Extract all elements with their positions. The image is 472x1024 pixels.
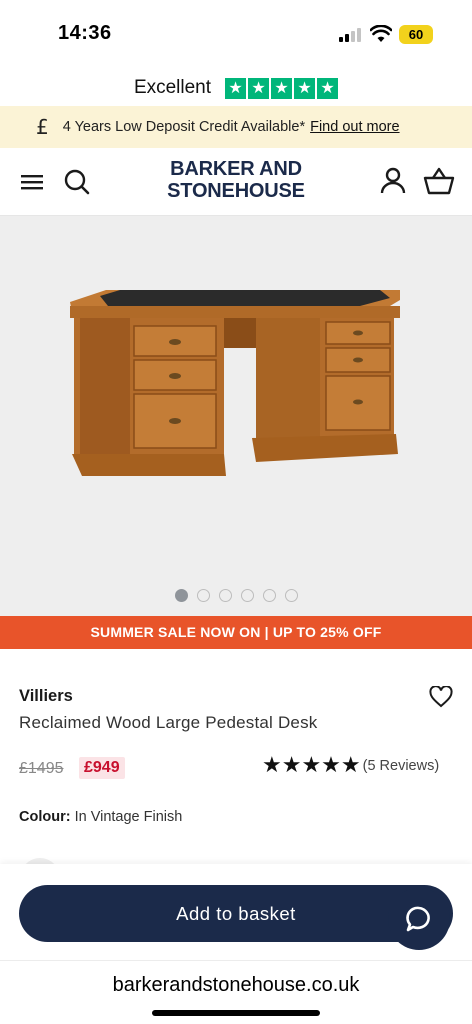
wifi-icon xyxy=(370,25,392,42)
status-bar: 14:36 60 xyxy=(0,0,472,66)
original-price: £1495 xyxy=(19,760,64,777)
heart-icon[interactable] xyxy=(429,685,453,708)
colour-label: Colour: xyxy=(19,809,71,825)
signal-icon xyxy=(339,28,363,42)
basket-icon[interactable] xyxy=(423,166,455,196)
sale-banner[interactable]: SUMMER SALE NOW ON | UP TO 25% OFF xyxy=(0,616,472,649)
gallery-pagination xyxy=(175,589,298,602)
star-icon: ★ xyxy=(294,77,316,99)
logo-line-2: STONEHOUSE xyxy=(167,180,305,202)
gallery-dot[interactable] xyxy=(197,589,210,602)
logo-line-1: BARKER AND xyxy=(170,158,302,180)
menu-icon[interactable] xyxy=(20,170,44,194)
promo-text: 4 Years Low Deposit Credit Available* xyxy=(62,119,306,135)
product-gallery[interactable] xyxy=(0,216,472,616)
gallery-dot[interactable] xyxy=(175,589,188,602)
colour-selection: Colour: In Vintage Finish xyxy=(19,809,182,825)
home-indicator[interactable] xyxy=(152,1010,320,1016)
brand-logo[interactable]: BARKER AND STONEHOUSE xyxy=(160,158,312,202)
trustpilot-rating[interactable]: Excellent ★ ★ ★ ★ ★ xyxy=(0,74,472,102)
battery-indicator: 60 xyxy=(399,25,433,44)
credit-promo-bar: £ 4 Years Low Deposit Credit Available* … xyxy=(0,106,472,148)
product-name: Reclaimed Wood Large Pedestal Desk xyxy=(19,713,318,732)
gallery-dot[interactable] xyxy=(285,589,298,602)
find-out-more-link[interactable]: Find out more xyxy=(310,119,399,135)
gallery-dot[interactable] xyxy=(241,589,254,602)
star-icon: ★ xyxy=(271,77,293,99)
desk-product-image xyxy=(70,290,400,476)
gallery-dot[interactable] xyxy=(219,589,232,602)
chat-button[interactable] xyxy=(388,888,450,950)
pound-icon: £ xyxy=(36,115,49,139)
review-count[interactable]: (5 Reviews) xyxy=(363,758,440,774)
browser-address-bar[interactable]: barkerandstonehouse.co.uk xyxy=(0,960,472,1024)
rating-stars: ★★★★★ xyxy=(262,753,361,778)
product-rating[interactable]: ★★★★★ (5 Reviews) xyxy=(262,753,439,778)
trustpilot-stars: ★ ★ ★ ★ ★ xyxy=(225,77,339,99)
url-text[interactable]: barkerandstonehouse.co.uk xyxy=(0,974,472,997)
account-icon[interactable] xyxy=(379,166,407,196)
product-brand: Villiers xyxy=(19,687,73,705)
chat-icon xyxy=(406,906,430,932)
status-time: 14:36 xyxy=(58,22,112,44)
search-icon[interactable] xyxy=(63,168,91,196)
sale-price: £949 xyxy=(79,757,125,779)
colour-value: In Vintage Finish xyxy=(74,809,183,825)
star-icon: ★ xyxy=(317,77,339,99)
site-header: BARKER AND STONEHOUSE xyxy=(0,148,472,216)
star-icon: ★ xyxy=(225,77,247,99)
trustpilot-label: Excellent xyxy=(133,77,212,98)
gallery-dot[interactable] xyxy=(263,589,276,602)
star-icon: ★ xyxy=(248,77,270,99)
sticky-basket-panel: Add to basket xyxy=(0,864,472,960)
